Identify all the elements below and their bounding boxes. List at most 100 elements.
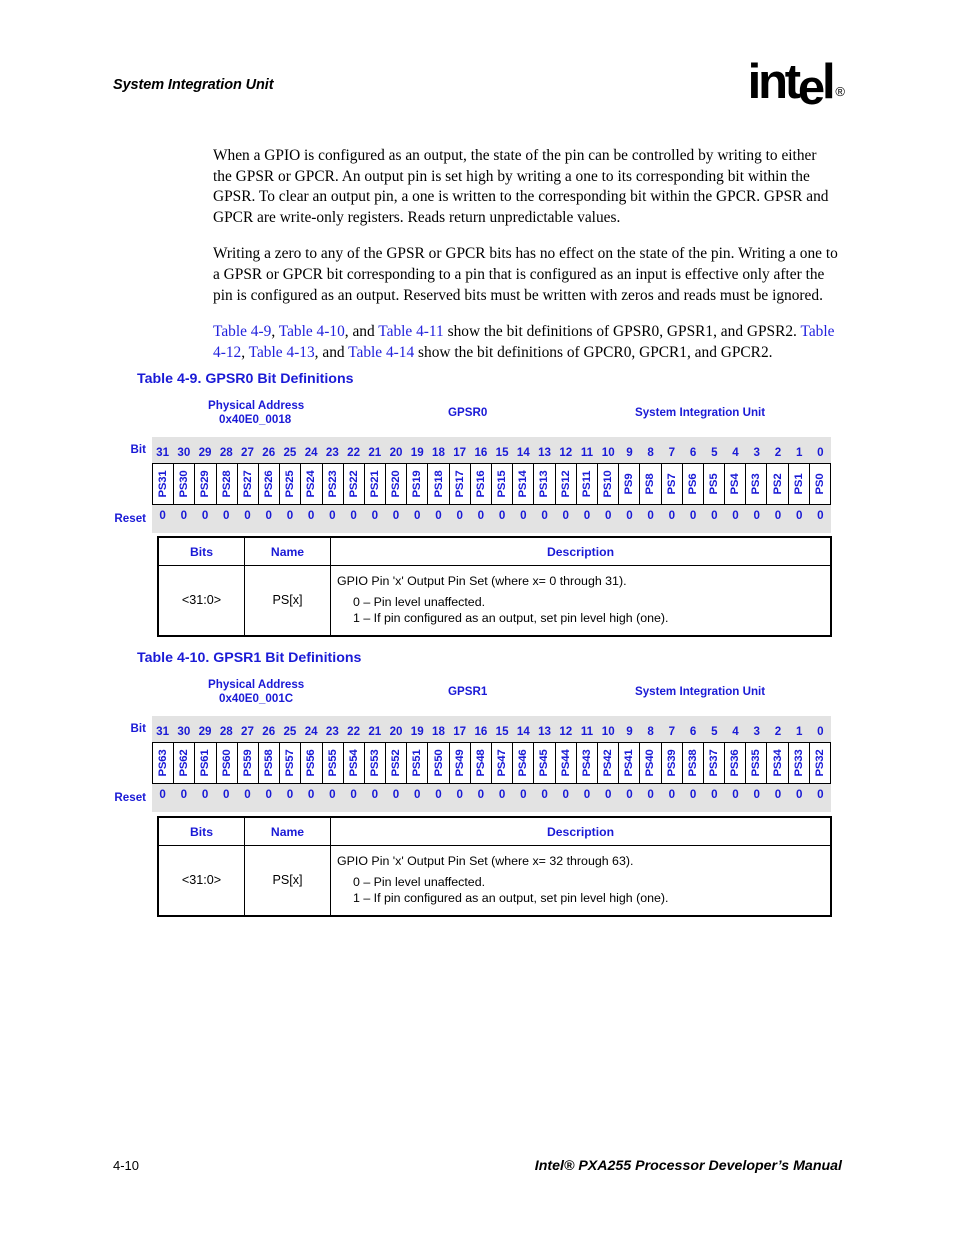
bit-field-label: PS22 — [347, 470, 360, 498]
table-row: <31:0> PS[x] GPIO Pin 'x' Output Pin Set… — [158, 565, 831, 636]
bit-field-cell: PS18 — [428, 464, 450, 504]
bit-field-label: PS26 — [263, 470, 276, 498]
register-name-gpsr1: GPSR1 — [448, 685, 488, 698]
bit-field-label: PS4 — [729, 473, 742, 495]
bit-cell: 0 — [371, 788, 379, 801]
bit-cell: 5 — [711, 446, 718, 459]
bit-cell: 0 — [392, 788, 400, 801]
bit-cell: 0 — [414, 788, 421, 801]
bit-field-label: PS9 — [623, 473, 636, 495]
bit-cell: 25 — [283, 725, 297, 738]
bit-field-label: PS55 — [326, 749, 339, 777]
bit-cell: 0 — [689, 788, 697, 801]
document-page: System Integration Unit intel ® When a GP… — [0, 0, 954, 1235]
bit-field-cell: PS39 — [662, 743, 683, 783]
bit-field-label: PS11 — [580, 470, 593, 498]
bit-cell: 23 — [325, 446, 339, 459]
bit-cell: 13 — [538, 446, 551, 459]
bit-cell: 9 — [626, 725, 633, 738]
bit-cell: 0 — [668, 509, 676, 522]
bit-cell: 29 — [198, 446, 212, 459]
description-bullet-1: 1 – If pin configured as an output, set … — [353, 891, 669, 905]
bit-field-cell: PS30 — [174, 464, 196, 504]
link-table-4-11[interactable]: Table 4-11 — [378, 323, 443, 340]
bit-cell: 27 — [241, 725, 254, 738]
bit-cell: 0 — [541, 509, 548, 522]
bit-field-label: PS0 — [813, 473, 826, 495]
reset-row-label-gpsr1: Reset — [114, 791, 146, 804]
bit-field-cell: PS28 — [217, 464, 238, 504]
bit-field-cell: PS58 — [259, 743, 281, 783]
bit-field-cell: PS52 — [386, 743, 408, 783]
bit-cell: 0 — [753, 509, 760, 522]
reset-value-row-gpsr0: 00000000000000000000000000000000 — [152, 505, 831, 527]
bit-cell: 1 — [795, 725, 803, 738]
bit-cell: 11 — [580, 446, 594, 459]
link-table-4-14[interactable]: Table 4-14 — [348, 344, 414, 361]
description-bullet-0: 0 – Pin level unaffected. — [353, 594, 486, 609]
bit-cell: 22 — [347, 725, 361, 738]
column-header-bits: Bits — [158, 817, 245, 846]
bit-field-row-gpsr1: PS63 PS62 PS61 PS60 PS59 PS58 PS57 PS56 PS55 PS54… — [152, 742, 831, 784]
bit-cell: 0 — [371, 509, 379, 522]
bit-cell: 26 — [262, 725, 276, 738]
bit-field-label: PS19 — [411, 470, 424, 498]
bit-grid-gpsr0: 31 30 29 28 27 26 25 24 23 22 21 20 19 18 17 16 15 14 13 12… — [152, 437, 831, 533]
table-row: <31:0> PS[x] GPIO Pin 'x' Output Pin Set… — [158, 845, 831, 916]
bit-cell: 0 — [647, 509, 654, 522]
description-bullet-0: 0 – Pin level unaffected. — [353, 874, 486, 889]
bit-field-cell: PS38 — [683, 743, 704, 783]
bit-cell: 0 — [711, 509, 718, 522]
bit-field-cell: PS63 — [153, 743, 175, 783]
bit-cell: 28 — [219, 446, 233, 459]
link-table-4-13[interactable]: Table 4-13 — [249, 344, 315, 361]
bit-cell: 0 — [223, 509, 230, 522]
physical-address-value: 0x40E0_0018 — [219, 413, 292, 426]
bit-cell: 0 — [265, 509, 272, 522]
bit-field-label: PS13 — [538, 470, 551, 498]
bit-cell: 4 — [732, 446, 739, 459]
column-header-description: Description — [330, 817, 831, 846]
bit-cell: 29 — [198, 725, 212, 738]
bit-cell: 0 — [774, 509, 782, 522]
bit-field-label: PS51 — [411, 749, 424, 777]
bit-cell: 0 — [626, 788, 633, 801]
bit-cell: 0 — [732, 509, 739, 522]
bit-cell: 0 — [711, 788, 718, 801]
xref-sep-2: , and — [344, 323, 379, 341]
bit-cell: 0 — [498, 788, 506, 801]
bit-cell: 0 — [456, 788, 463, 801]
bit-cell: 0 — [498, 509, 506, 522]
bit-cell: 14 — [516, 725, 530, 738]
description-bullet-1: 1 – If pin configured as an output, set … — [353, 611, 669, 625]
bit-cell: 15 — [495, 725, 509, 738]
bit-cell: 3 — [753, 446, 760, 459]
link-table-4-10[interactable]: Table 4-10 — [279, 323, 345, 340]
bit-field-cell: PS20 — [386, 464, 408, 504]
bit-field-label: PS20 — [390, 470, 403, 498]
bit-cell: 30 — [177, 446, 191, 459]
bit-number-row-gpsr1: 31 30 29 28 27 26 25 24 23 22 21 20 19 18 17 16 15 14 13 12… — [152, 721, 831, 742]
bit-field-label: PS39 — [665, 749, 678, 777]
link-table-4-9[interactable]: Table 4-9 — [213, 323, 271, 340]
bit-cell: 24 — [304, 446, 318, 459]
bit-cell: 0 — [201, 509, 209, 522]
bit-field-cell: PS22 — [344, 464, 365, 504]
bit-field-cell: PS15 — [492, 464, 514, 504]
bit-field-cell: PS14 — [513, 464, 535, 504]
bit-field-label: PS44 — [559, 749, 572, 777]
physical-address-value: 0x40E0_001C — [219, 692, 294, 705]
bit-cell: 18 — [432, 446, 445, 459]
bit-field-cell: PS57 — [280, 743, 302, 783]
bit-field-cell: PS6 — [683, 464, 704, 504]
bit-field-cell: PS46 — [513, 743, 535, 783]
cell-bits: <31:0> — [158, 845, 245, 916]
bit-field-cell: PS29 — [195, 464, 217, 504]
physical-address-block-gpsr0: Physical Address 0x40E0_0018 — [208, 399, 304, 427]
bit-field-cell: PS34 — [767, 743, 789, 783]
bit-cell: 0 — [159, 788, 166, 801]
bit-cell: 28 — [219, 725, 233, 738]
bit-cell: 0 — [520, 788, 527, 801]
bit-field-cell: PS43 — [577, 743, 598, 783]
bit-field-label: PS45 — [538, 749, 551, 777]
